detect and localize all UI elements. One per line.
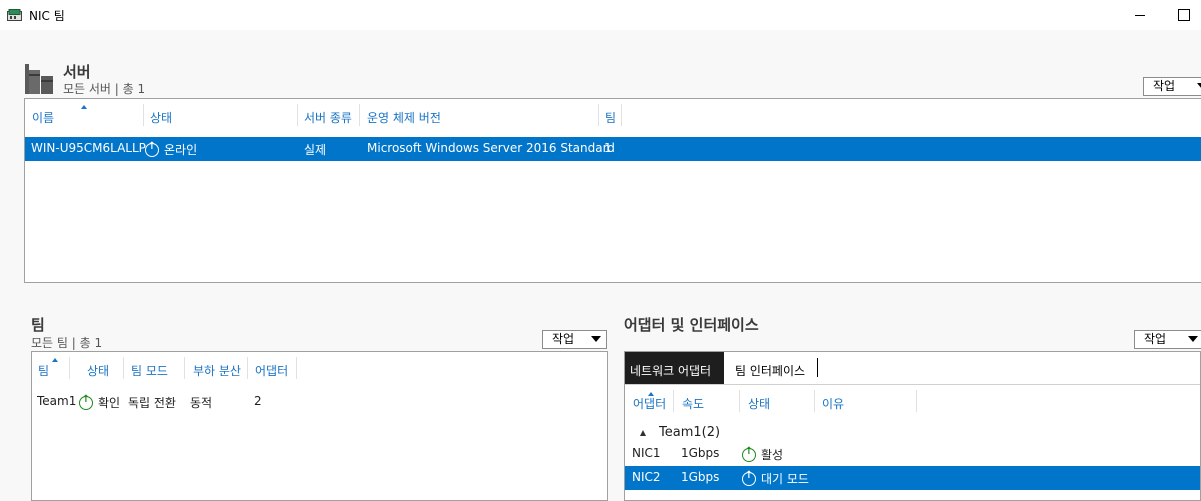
table-row[interactable]: NIC1 1Gbps 활성	[625, 442, 1200, 466]
minimize-icon[interactable]	[1129, 4, 1151, 26]
status-up-icon	[742, 446, 756, 462]
status-up-icon	[145, 141, 159, 157]
adapters-list-panel[interactable]: 네트워크 어댑터 팀 인터페이스 어댑터 속도 상태 이유 Team1(2) N…	[624, 351, 1201, 501]
server-tile-icon	[25, 64, 53, 94]
adapter-status: 활성	[742, 446, 783, 463]
adapters-col-status[interactable]: 상태	[748, 395, 770, 412]
servers-title: 서버	[63, 63, 91, 81]
teams-task-button[interactable]: 작업	[542, 330, 607, 349]
server-status: 온라인	[145, 141, 197, 158]
adapter-group-label[interactable]: Team1(2)	[659, 425, 720, 440]
servers-col-os[interactable]: 운영 체제 버전	[367, 109, 441, 126]
teams-task-label: 작업	[552, 332, 575, 346]
adapters-col-reason[interactable]: 이유	[822, 395, 844, 412]
sort-ascending-icon	[52, 358, 58, 362]
adapter-name: NIC2	[632, 470, 661, 484]
nic-team-icon	[7, 9, 22, 21]
server-type: 실제	[304, 143, 327, 157]
teams-subtitle: 모든 팀 | 총 1	[31, 336, 103, 350]
adapters-task-label: 작업	[1144, 332, 1167, 346]
teams-list-panel[interactable]: 팀 상태 팀 모드 부하 분산 어댑터 Team1 확인 독립 전환 동적 2	[31, 351, 608, 501]
adapter-name: NIC1	[632, 446, 661, 460]
servers-list-panel[interactable]: 이름 상태 서버 종류 운영 체제 버전 팀 WIN-U95CM6LALLP 온…	[24, 98, 1201, 283]
servers-col-status[interactable]: 상태	[150, 109, 172, 126]
window-title: NIC 팀	[29, 9, 65, 23]
teams-col-team[interactable]: 팀	[38, 362, 49, 379]
servers-col-teams[interactable]: 팀	[605, 109, 616, 126]
servers-task-button[interactable]: 작업	[1143, 77, 1201, 96]
title-bar	[0, 0, 1201, 30]
team-adapters: 2	[254, 394, 262, 408]
maximize-icon[interactable]	[1173, 4, 1195, 26]
chevron-down-icon	[1197, 83, 1201, 89]
adapters-col-speed[interactable]: 속도	[682, 395, 704, 412]
table-row[interactable]: Team1 확인 독립 전환 동적 2	[32, 390, 607, 414]
chevron-down-icon	[1188, 336, 1198, 342]
table-row[interactable]: WIN-U95CM6LALLP 온라인 실제 Microsoft Windows…	[25, 137, 1201, 161]
adapter-speed: 1Gbps	[681, 470, 720, 484]
status-up-icon	[79, 394, 93, 410]
sort-ascending-icon	[81, 105, 87, 109]
teams-col-adapters[interactable]: 어댑터	[255, 362, 288, 379]
collapse-triangle-icon[interactable]	[640, 430, 646, 436]
adapter-speed: 1Gbps	[681, 446, 720, 460]
team-load-balancing: 동적	[190, 396, 213, 410]
servers-subtitle: 모든 서버 | 총 1	[63, 82, 146, 96]
teams-col-load[interactable]: 부하 분산	[193, 362, 241, 379]
teams-title: 팀	[31, 316, 45, 334]
team-status: 확인	[79, 394, 120, 411]
status-up-icon	[742, 470, 756, 486]
adapters-title: 어댑터 및 인터페이스	[624, 316, 759, 334]
server-os: Microsoft Windows Server 2016 Standard	[367, 141, 615, 155]
adapters-task-button[interactable]: 작업	[1134, 330, 1201, 349]
table-row[interactable]: NIC2 1Gbps 대기 모드	[625, 466, 1200, 490]
servers-task-label: 작업	[1153, 79, 1176, 93]
adapters-col-adapter[interactable]: 어댑터	[633, 395, 666, 412]
adapter-status: 대기 모드	[742, 470, 809, 487]
server-teams: 1	[604, 141, 612, 155]
servers-col-name[interactable]: 이름	[32, 109, 54, 126]
team-mode: 독립 전환	[128, 396, 176, 410]
tab-network-adapters[interactable]: 네트워크 어댑터	[625, 352, 724, 384]
teams-col-mode[interactable]: 팀 모드	[131, 362, 168, 379]
chevron-down-icon	[591, 336, 601, 342]
team-name: Team1	[37, 394, 77, 408]
servers-col-type[interactable]: 서버 종류	[304, 109, 352, 126]
tab-team-interfaces[interactable]: 팀 인터페이스	[735, 362, 805, 379]
teams-col-status[interactable]: 상태	[87, 362, 109, 379]
server-name: WIN-U95CM6LALLP	[31, 141, 146, 155]
